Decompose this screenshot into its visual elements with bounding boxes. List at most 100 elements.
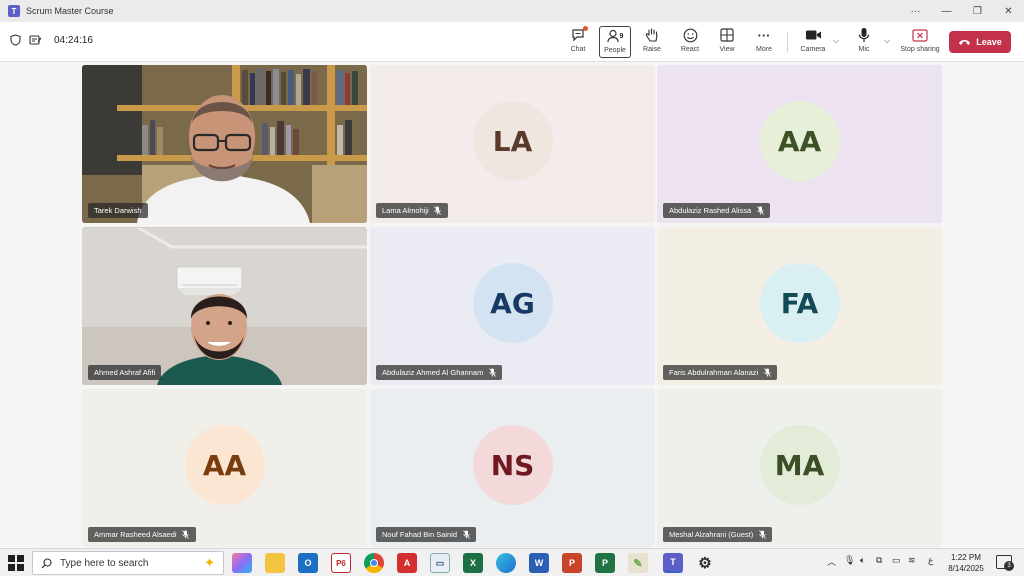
wifi-icon[interactable]: ≋ (908, 555, 916, 566)
windows-taskbar: Type here to search ✦ O P6 A ▭ X W P P ✎… (0, 548, 1024, 576)
search-placeholder: Type here to search (60, 557, 149, 569)
microphone-icon (858, 28, 870, 42)
more-button[interactable]: ··· More (747, 26, 781, 58)
people-icon (606, 29, 619, 43)
participant-tile[interactable]: NS Nouf Fahad Bin Sainid (370, 389, 655, 547)
taskbar-search-box[interactable]: Type here to search ✦ (32, 551, 224, 575)
people-button[interactable]: 9 People (599, 26, 631, 58)
participant-name-tag: Abdulaziz Rashed Alissa (663, 203, 771, 218)
project-icon[interactable]: P (595, 553, 615, 573)
leave-button[interactable]: Leave (949, 31, 1011, 53)
close-icon[interactable]: ✕ (993, 0, 1024, 22)
outlook-icon[interactable]: O (298, 553, 318, 573)
window-title: Scrum Master Course (26, 6, 114, 16)
emoji-icon (683, 28, 697, 42)
excel-icon[interactable]: X (463, 553, 483, 573)
participant-name: Abdulaziz Rashed Alissa (669, 206, 752, 215)
copilot-sparkle-icon: ✦ (204, 555, 215, 570)
participant-tile[interactable]: AG Abdulaziz Ahmed Al Ghannam (370, 227, 655, 385)
participant-video (82, 65, 367, 223)
title-bar: T Scrum Master Course ··· — ❐ ✕ (0, 0, 1024, 22)
tray-microphone-icon[interactable]: 🎙︎ (844, 555, 855, 566)
mic-off-icon (756, 206, 764, 215)
participant-name-tag: Meshal Alzahrani (Guest) (663, 527, 773, 542)
participant-name-tag: Tarek Darwish (88, 203, 148, 218)
copilot-icon[interactable] (232, 553, 252, 573)
search-icon (41, 557, 52, 568)
camera-button[interactable]: Camera (796, 26, 830, 58)
participant-tile[interactable]: AA Abdulaziz Rashed Alissa (657, 65, 942, 223)
mic-off-icon (488, 368, 496, 377)
paint-icon[interactable]: ✎ (628, 553, 648, 573)
windows-start-icon[interactable] (8, 555, 24, 571)
toolbar-divider (787, 32, 788, 52)
restore-icon[interactable]: ❐ (962, 0, 993, 22)
settings-icon[interactable]: ⚙ (695, 553, 715, 573)
participant-name: Tarek Darwish (94, 206, 142, 215)
clock-time: 1:22 PM (951, 553, 981, 562)
ellipsis-icon: ··· (757, 27, 771, 43)
participant-avatar: AA (759, 101, 840, 181)
participant-avatar: AG (472, 263, 553, 343)
participant-avatar: LA (472, 101, 553, 181)
participant-video (82, 227, 367, 385)
participant-tile[interactable]: Ahmed Ashraf Afifi (82, 227, 367, 385)
clock-date: 8/14/2025 (948, 564, 984, 573)
display-icon[interactable]: ▭ (892, 555, 901, 566)
stop-share-icon (912, 28, 928, 42)
view-button[interactable]: View (710, 26, 744, 58)
file-explorer-icon[interactable] (265, 553, 285, 573)
participant-tile[interactable]: AA Ammar Rasheed Alsaedi (82, 389, 367, 547)
volume-icon[interactable]: 🔈︎ (860, 555, 865, 566)
participant-name: Meshal Alzahrani (Guest) (669, 530, 754, 539)
remote-desktop-icon[interactable]: ▭ (430, 553, 450, 573)
camera-icon (805, 30, 821, 40)
participant-name: Nouf Fahad Bin Sainid (382, 530, 458, 539)
mic-button[interactable]: Mic (847, 26, 881, 58)
meeting-notes-icon[interactable] (29, 34, 42, 46)
participant-tile[interactable]: LA Lama Almohiji (370, 65, 655, 223)
teams-logo-icon: T (8, 5, 20, 17)
hang-up-icon (959, 40, 971, 45)
participant-avatar: NS (472, 425, 553, 505)
participant-name-tag: Ammar Rasheed Alsaedi (88, 527, 196, 542)
more-icon[interactable]: ··· (900, 0, 931, 22)
edge-icon[interactable] (496, 553, 516, 573)
window-controls: ··· — ❐ ✕ (900, 0, 1024, 22)
react-button[interactable]: React (673, 26, 707, 58)
show-hidden-icons-icon[interactable]: ︿ (827, 555, 836, 568)
participant-tile[interactable]: FA Faris Abdulrahman Alanazi (657, 227, 942, 385)
taskbar-clock[interactable]: 1:22 PM 8/14/2025 (944, 552, 988, 574)
participant-name-tag: Ahmed Ashraf Afifi (88, 365, 162, 380)
primavera-p6-icon[interactable]: P6 (331, 553, 351, 573)
raise-hand-button[interactable]: Raise (635, 26, 669, 58)
meeting-timer: 04:24:16 (54, 34, 93, 46)
teams-icon[interactable]: T (663, 553, 683, 573)
unread-badge (583, 26, 588, 31)
mic-off-icon (182, 530, 190, 539)
people-count: 9 (619, 32, 624, 40)
chat-button[interactable]: Chat (561, 26, 595, 58)
hand-icon (645, 28, 658, 42)
word-icon[interactable]: W (529, 553, 549, 573)
shield-icon[interactable] (10, 34, 21, 46)
chrome-icon[interactable] (364, 553, 384, 573)
camera-options-chevron-icon[interactable]: ⌵ (833, 36, 839, 46)
mic-off-icon (763, 368, 771, 377)
language-indicator-icon[interactable]: ع (928, 555, 933, 566)
meeting-toolbar: 04:24:16 Chat 9 People Raise React View … (0, 22, 1024, 62)
minimize-icon[interactable]: — (931, 0, 962, 22)
participant-tile[interactable]: MA Meshal Alzahrani (Guest) (657, 389, 942, 547)
mic-options-chevron-icon[interactable]: ⌵ (884, 36, 890, 46)
participant-name: Ahmed Ashraf Afifi (94, 368, 156, 377)
participant-tile[interactable]: Tarek Darwish (82, 65, 367, 223)
notification-count-badge: 3 (1004, 561, 1014, 571)
participant-name: Lama Almohiji (382, 206, 429, 215)
participant-name-tag: Faris Abdulrahman Alanazi (663, 365, 778, 380)
powerpoint-icon[interactable]: P (562, 553, 582, 573)
meet-now-icon[interactable]: ⧉ (876, 555, 882, 566)
participant-name: Abdulaziz Ahmed Al Ghannam (382, 368, 484, 377)
participant-name: Ammar Rasheed Alsaedi (94, 530, 177, 539)
acrobat-icon[interactable]: A (397, 553, 417, 573)
stop-sharing-button[interactable]: Stop sharing (900, 26, 940, 58)
